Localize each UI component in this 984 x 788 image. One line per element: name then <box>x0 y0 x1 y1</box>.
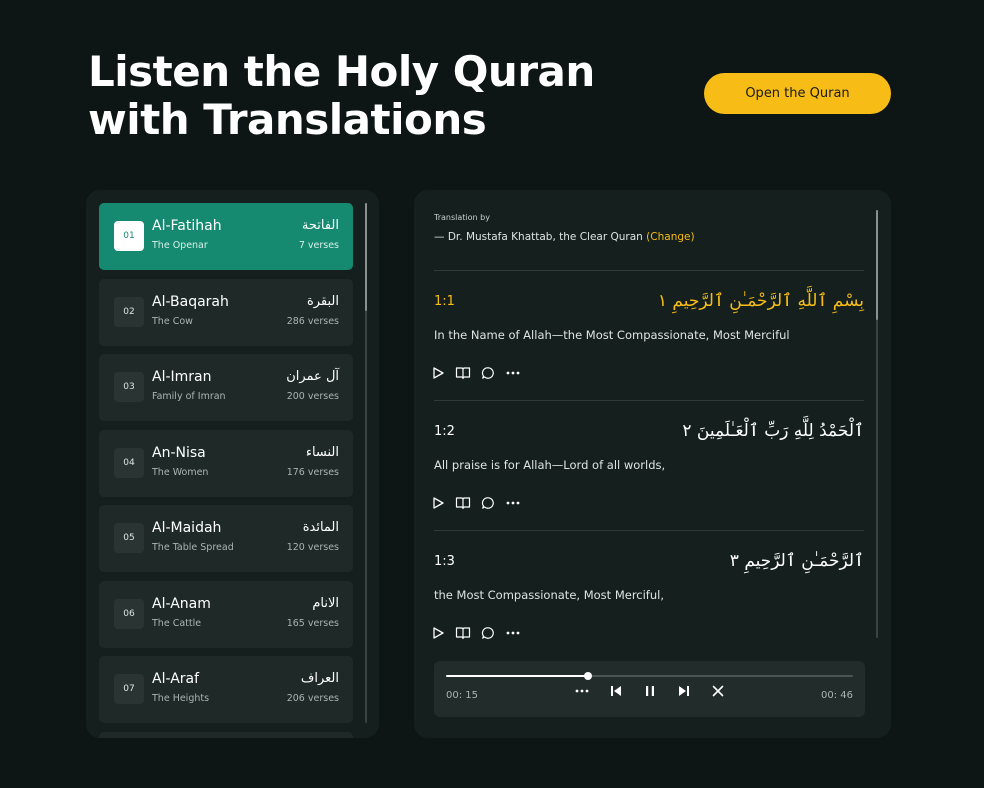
surah-verse-count: 286 verses <box>286 316 339 327</box>
verse-key: 1:2 <box>434 424 455 439</box>
more-icon[interactable] <box>505 495 521 511</box>
surah-verse-count: 176 verses <box>286 467 339 478</box>
verse-scrollbar-thumb[interactable] <box>876 210 878 320</box>
translation-by-label: Translation by <box>434 213 490 222</box>
surah-arabic-name: النساء <box>305 445 339 460</box>
verse-translation: In the Name of Allah—the Most Compassion… <box>434 328 790 342</box>
surah-scrollbar-thumb[interactable] <box>365 203 367 311</box>
surah-item[interactable]: 07 Al-Araf The Heights العراف 206 verses <box>99 656 353 723</box>
book-icon[interactable] <box>455 625 471 641</box>
surah-number: 02 <box>114 297 144 327</box>
progress-knob[interactable] <box>584 672 593 680</box>
progress-track[interactable] <box>446 672 853 680</box>
surah-translation: The Table Spread <box>152 542 234 553</box>
surah-item[interactable]: 05 Al-Maidah The Table Spread المائدة 120 ve… <box>99 505 353 572</box>
surah-arabic-name: الفاتحة <box>301 218 339 233</box>
verse-actions <box>430 625 521 641</box>
surah-verse-count: 200 verses <box>286 391 339 402</box>
divider <box>434 530 864 531</box>
surah-verse-count: 165 verses <box>286 618 339 629</box>
previous-icon[interactable] <box>608 683 624 699</box>
book-icon[interactable] <box>455 495 471 511</box>
player-controls <box>574 683 726 699</box>
page: Listen the Holy Quran with Translations … <box>0 0 984 788</box>
surah-name: Al-Maidah <box>152 520 222 536</box>
translator-line: — Dr. Mustafa Khattab, the Clear Quran (… <box>434 231 695 243</box>
surah-number: 07 <box>114 674 144 704</box>
surah-verse-count: 7 verses <box>298 240 339 251</box>
comment-icon[interactable] <box>480 495 496 511</box>
surah-number: 04 <box>114 448 144 478</box>
surah-item-partial[interactable] <box>99 732 353 738</box>
next-icon[interactable] <box>676 683 692 699</box>
surah-number: 06 <box>114 599 144 629</box>
verse-translation: All praise is for Allah—Lord of all worl… <box>434 458 666 472</box>
surah-translation: The Cattle <box>152 618 202 629</box>
verse-actions <box>430 365 521 381</box>
surah-name: An-Nisa <box>152 445 206 461</box>
verse-translation: the Most Compassionate, Most Merciful, <box>434 588 664 602</box>
more-icon[interactable] <box>505 365 521 381</box>
surah-verse-count: 120 verses <box>286 542 339 553</box>
current-time: 00: 15 <box>446 690 478 701</box>
surah-item[interactable]: 06 Al-Anam The Cattle الانام 165 verses <box>99 581 353 648</box>
surah-translation: Family of Imran <box>152 391 226 402</box>
surah-arabic-name: العراف <box>300 671 339 686</box>
divider <box>434 270 864 271</box>
surah-verse-count: 206 verses <box>286 693 339 704</box>
pause-icon[interactable] <box>642 683 658 699</box>
verse-key: 1:1 <box>434 294 455 309</box>
divider <box>434 400 864 401</box>
surah-name: Al-Fatihah <box>152 218 222 234</box>
surah-name: Al-Imran <box>152 369 212 385</box>
surah-name: Al-Anam <box>152 596 211 612</box>
verse-arabic: ٱلْحَمْدُ لِلَّهِ رَبِّ ٱلْعَـٰلَمِينَ ٢ <box>682 421 864 441</box>
play-icon[interactable] <box>430 495 446 511</box>
close-icon[interactable] <box>710 683 726 699</box>
play-icon[interactable] <box>430 625 446 641</box>
surah-arabic-name: المائدة <box>302 520 339 535</box>
surah-translation: The Women <box>152 467 209 478</box>
open-quran-button[interactable]: Open the Quran <box>704 73 891 114</box>
comment-icon[interactable] <box>480 625 496 641</box>
surah-number: 05 <box>114 523 144 553</box>
play-icon[interactable] <box>430 365 446 381</box>
surah-translation: The Openar <box>152 240 208 251</box>
surah-item[interactable]: 04 An-Nisa The Women النساء 176 verses <box>99 430 353 497</box>
total-time: 00: 46 <box>821 690 853 701</box>
hero-title: Listen the Holy Quran with Translations <box>88 48 595 144</box>
book-icon[interactable] <box>455 365 471 381</box>
hero-title-line1: Listen the Holy Quran <box>88 47 595 96</box>
verse-arabic: ٱلرَّحْمَـٰنِ ٱلرَّحِيمِ ٣ <box>729 551 864 571</box>
translator-name: — Dr. Mustafa Khattab, the Clear Quran <box>434 231 647 243</box>
comment-icon[interactable] <box>480 365 496 381</box>
progress-fill <box>446 675 589 677</box>
surah-name: Al-Baqarah <box>152 294 229 310</box>
verse-arabic: بِسْمِ ٱللَّهِ ٱلرَّحْمَـٰنِ ٱلرَّحِيمِ … <box>657 291 864 311</box>
more-icon[interactable] <box>505 625 521 641</box>
more-icon[interactable] <box>574 683 590 699</box>
surah-name: Al-Araf <box>152 671 200 687</box>
surah-arabic-name: البقرة <box>306 294 339 309</box>
audio-player: 00: 15 00: 46 <box>434 661 865 717</box>
change-translation-link[interactable]: (Change) <box>646 231 694 243</box>
surah-number: 03 <box>114 372 144 402</box>
surah-translation: The Heights <box>152 693 210 704</box>
verse-key: 1:3 <box>434 554 455 569</box>
surah-translation: The Cow <box>152 316 193 327</box>
hero-title-line2: with Translations <box>88 95 487 144</box>
surah-number: 01 <box>114 221 144 251</box>
surah-arabic-name: الانام <box>312 596 339 611</box>
surah-item[interactable]: 01 Al-Fatihah The Openar الفاتحة 7 verses <box>99 203 353 270</box>
surah-item[interactable]: 02 Al-Baqarah The Cow البقرة 286 verses <box>99 279 353 346</box>
verse-actions <box>430 495 521 511</box>
surah-item[interactable]: 03 Al-Imran Family of Imran آل عمران 200 ver… <box>99 354 353 421</box>
surah-arabic-name: آل عمران <box>286 369 339 384</box>
